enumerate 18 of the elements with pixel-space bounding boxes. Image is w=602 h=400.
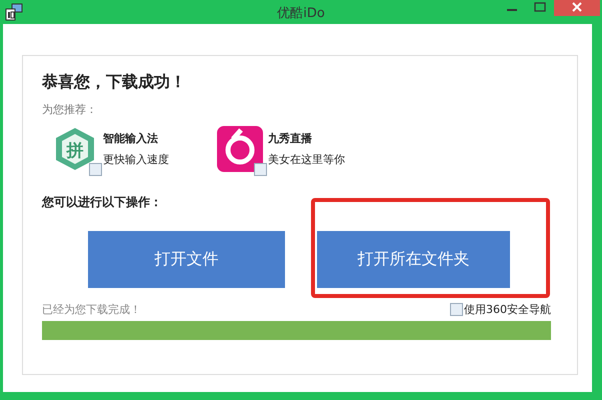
status-text: 已经为您下载完成！ xyxy=(42,302,141,316)
success-heading: 恭喜您，下载成功！ xyxy=(42,72,187,93)
checkbox[interactable] xyxy=(254,163,267,176)
actions-label: 您可以进行以下操作： xyxy=(42,194,163,211)
checkbox-label: 使用360安全导航 xyxy=(464,302,551,316)
action-button[interactable]: 打开文件 xyxy=(88,231,285,288)
window-title: 优酷iDo xyxy=(277,5,325,22)
app-icon xyxy=(4,3,24,21)
close-icon[interactable] xyxy=(554,0,600,16)
app-name: 智能输入法 xyxy=(103,131,159,146)
app-description: 更快输入速度 xyxy=(103,152,169,167)
action-button[interactable]: 打开所在文件夹 xyxy=(317,231,510,288)
live-stream-logo xyxy=(217,126,263,172)
checkbox[interactable] xyxy=(450,302,463,316)
recommend-label: 为您推荐： xyxy=(42,102,98,117)
app-name: 九秀直播 xyxy=(268,131,313,146)
app-description: 美女在这里等你 xyxy=(268,152,345,167)
checkbox[interactable] xyxy=(89,163,102,176)
